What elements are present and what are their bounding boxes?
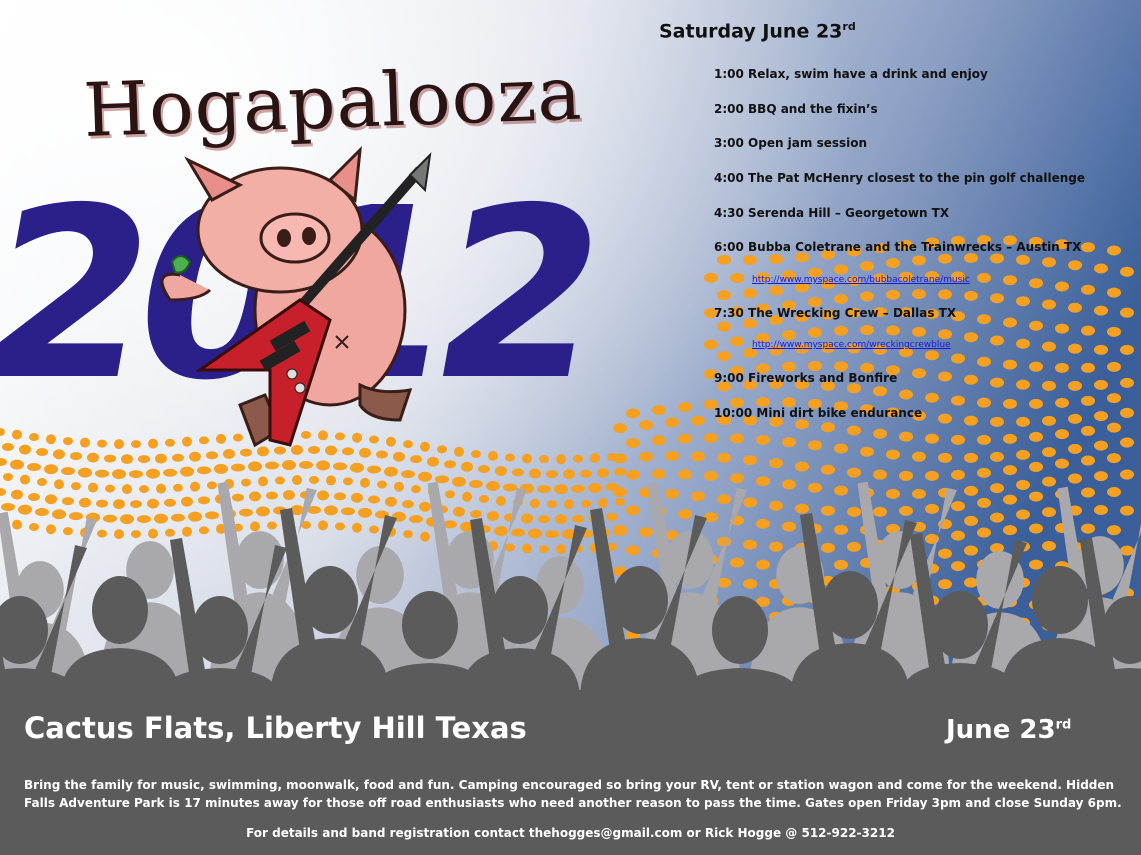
schedule-heading: Saturday June 23rd — [659, 20, 856, 42]
schedule-item: 2:00 BBQ and the fixin’s — [714, 102, 878, 116]
schedule-item: 10:00 Mini dirt bike endurance — [714, 406, 923, 420]
contact-info: For details and band registration contac… — [246, 826, 895, 840]
schedule-item: 7:30 The Wrecking Crew – Dallas TX — [714, 306, 957, 320]
venue-title: Cactus Flats, Liberty Hill Texas — [24, 711, 527, 745]
schedule-heading-text: Saturday June 23 — [659, 20, 843, 43]
schedule-item: 3:00 Open jam session — [714, 136, 868, 150]
logo-title: Hogapalooza — [82, 50, 584, 154]
wrecking-crew-link[interactable]: http://www.myspace.com/wreckingcrewblue — [752, 340, 951, 350]
crowd-person — [270, 508, 397, 700]
schedule-item: 9:00 Fireworks and Bonfire — [714, 371, 898, 385]
schedule-item: 4:30 Serenda Hill – Georgetown TX — [714, 206, 950, 220]
schedule-heading-suffix: rd — [842, 20, 856, 33]
event-date-text: June 23 — [946, 715, 1056, 745]
crowd-silhouette — [0, 481, 1141, 700]
schedule-item: 1:00 Relax, swim have a drink and enjoy — [714, 67, 988, 81]
event-description: Bring the family for music, swimming, mo… — [24, 778, 1122, 810]
event-date: June 23rd — [946, 715, 1071, 745]
schedule-item: 6:00 Bubba Coletrane and the Trainwrecks… — [714, 240, 1082, 254]
schedule-item: 4:00 The Pat McHenry closest to the pin … — [714, 171, 1085, 185]
event-date-suffix: rd — [1055, 717, 1072, 733]
bubba-coletrane-link[interactable]: http://www.myspace.com/bubbacoletrane/mu… — [752, 275, 970, 285]
